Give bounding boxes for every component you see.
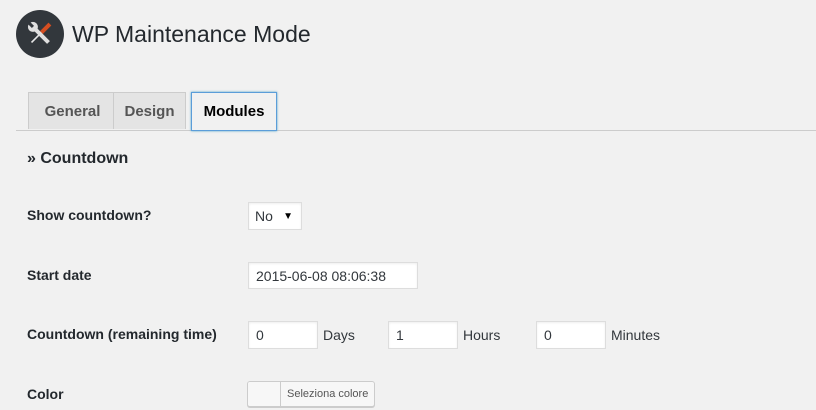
color-swatch[interactable] [248,382,281,406]
hours-input[interactable]: 1 [388,321,458,349]
hours-unit-label: Hours [463,327,501,343]
tab-general[interactable]: General [28,92,117,129]
select-color-label: Seleziona colore [287,388,369,400]
days-unit-label: Days [323,327,355,343]
tab-bar: General Design Modules [16,92,816,131]
wrench-screwdriver-icon [16,10,64,58]
page-header: WP Maintenance Mode [16,10,311,58]
dropdown-arrow-icon: ▼ [283,210,293,222]
color-label: Color [27,386,64,402]
tab-modules[interactable]: Modules [191,92,277,131]
show-countdown-label: Show countdown? [27,207,152,223]
start-date-input[interactable]: 2015-06-08 08:06:38 [248,262,418,289]
remaining-time-label: Countdown (remaining time) [27,326,217,342]
page-title: WP Maintenance Mode [72,20,311,47]
section-title: » Countdown [27,150,129,167]
show-countdown-select[interactable]: No ▼ [248,202,302,230]
minutes-unit-label: Minutes [611,327,661,343]
days-input[interactable]: 0 [248,321,318,349]
show-countdown-value: No [255,208,273,224]
minutes-input[interactable]: 0 [536,321,606,349]
start-date-label: Start date [27,267,92,283]
tab-design[interactable]: Design [113,92,186,129]
color-picker-button[interactable]: Seleziona colore [247,381,376,407]
